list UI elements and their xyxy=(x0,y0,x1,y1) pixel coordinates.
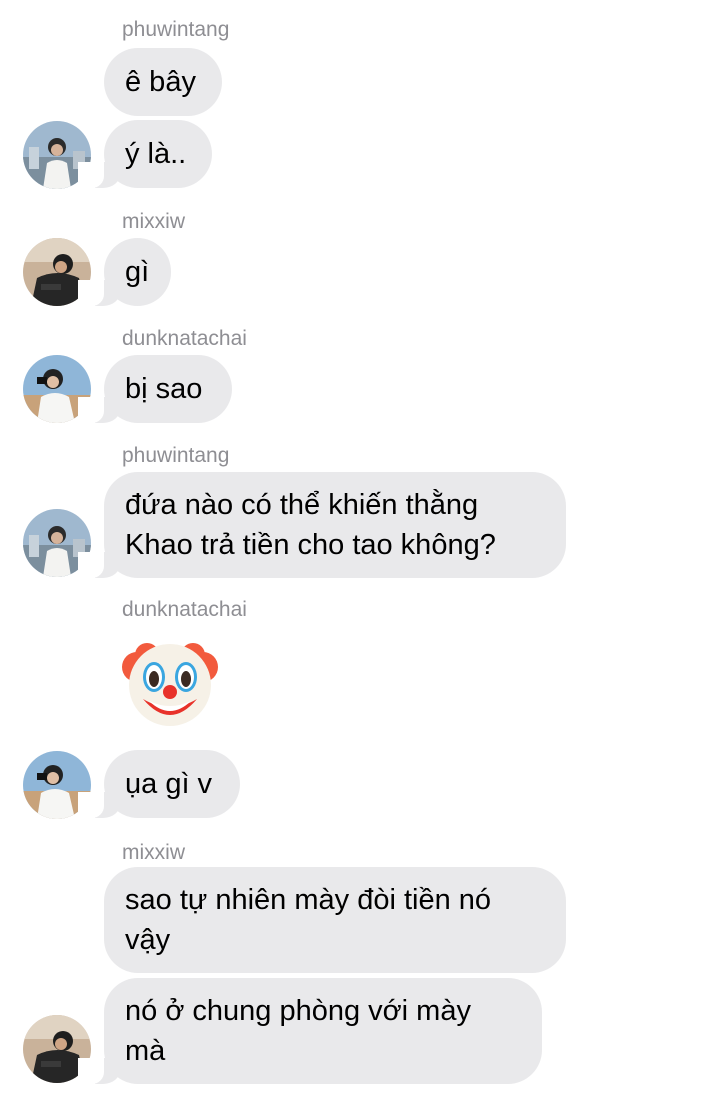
sender-name: dunknatachai xyxy=(122,598,247,621)
message-bubble[interactable]: ý là.. xyxy=(78,120,212,188)
message-bubble[interactable]: bị sao xyxy=(78,355,232,423)
message-line: sao tự nhiên mày đòi tiền nó xyxy=(125,884,492,916)
message-bubble[interactable]: ê bây xyxy=(104,48,222,116)
message-bubble[interactable]: đứa nào có thể khiến thằng Khao trả tiền… xyxy=(78,472,566,578)
message-line: mà xyxy=(125,1035,166,1067)
message-text: gì xyxy=(125,256,150,288)
message-text: nó ở chung phòng với mày mà xyxy=(125,991,521,1071)
message-bubble[interactable]: ụa gì v xyxy=(78,750,240,818)
sender-name: mixxiw xyxy=(122,210,185,233)
message-bubble[interactable]: nó ở chung phòng với mày mà xyxy=(78,978,542,1084)
message-line: vậy xyxy=(125,924,171,956)
message-text: bị sao xyxy=(125,373,203,405)
sender-name: phuwintang xyxy=(122,18,230,41)
chat-thread: phuwintang ê bây ý là.. mixxiw gì dunkna… xyxy=(0,0,719,1098)
message-text: đứa nào có thể khiến thằng Khao trả tiền… xyxy=(125,485,545,565)
sender-name: dunknatachai xyxy=(122,327,247,350)
message-line: nó ở chung phòng với mày xyxy=(125,995,471,1027)
message-text: ê bây xyxy=(125,66,196,98)
message-line: đứa nào có thể khiến thằng xyxy=(125,489,479,521)
message-bubble[interactable]: gì xyxy=(78,238,171,306)
message-bubble[interactable]: sao tự nhiên mày đòi tiền nó vậy xyxy=(104,867,566,973)
message-line: Khao trả tiền cho tao không? xyxy=(125,529,496,561)
message-text: ụa gì v xyxy=(125,768,213,800)
message-text: ý là.. xyxy=(125,138,187,170)
message-text: sao tự nhiên mày đòi tiền nó vậy xyxy=(125,880,545,960)
sender-name: mixxiw xyxy=(122,841,185,864)
clown-face-icon[interactable] xyxy=(121,637,219,729)
sender-name: phuwintang xyxy=(122,444,230,467)
